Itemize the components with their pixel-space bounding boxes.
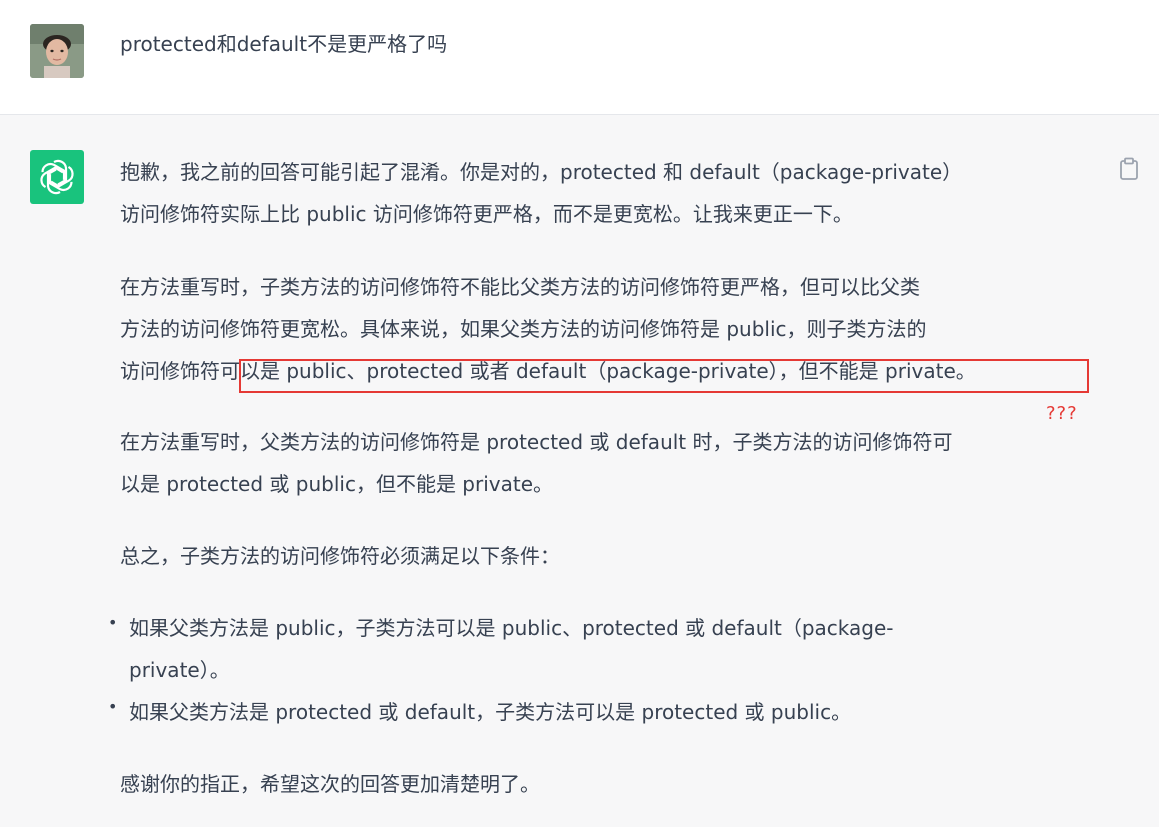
user-message-row: protected和default不是更严格了吗	[0, 0, 1159, 115]
bullet-dot: •	[108, 613, 118, 632]
user-avatar-image	[30, 24, 84, 78]
annotation-question-marks: ???	[1046, 403, 1078, 424]
user-message-text: protected和default不是更严格了吗	[120, 32, 448, 56]
user-avatar	[30, 24, 84, 78]
reply-paragraph-2-line-1: 在方法重写时，子类方法的访问修饰符不能比父类方法的访问修饰符更严格，但可以比父类	[120, 275, 920, 299]
bullet-1-line-2: private）。	[129, 658, 230, 682]
red-highlight-box	[239, 359, 1089, 393]
openai-logo-icon	[30, 150, 84, 204]
bullet-dot: •	[108, 697, 118, 716]
reply-paragraph-4: 总之，子类方法的访问修饰符必须满足以下条件：	[120, 544, 560, 568]
bullet-1-line-1: 如果父类方法是 public，子类方法可以是 public、protected …	[129, 616, 894, 640]
bullet-2-line-1: 如果父类方法是 protected 或 default，子类方法可以是 prot…	[129, 700, 852, 724]
reply-paragraph-5: 感谢你的指正，希望这次的回答更加清楚明了。	[120, 772, 540, 796]
reply-paragraph-2-line-2: 方法的访问修饰符更宽松。具体来说，如果父类方法的访问修饰符是 public，则子…	[120, 317, 927, 341]
reply-paragraph-1-line-1: 抱歉，我之前的回答可能引起了混淆。你是对的，protected 和 defaul…	[120, 160, 963, 184]
reply-paragraph-3-line-2: 以是 protected 或 public，但不能是 private。	[120, 472, 554, 496]
reply-paragraph-3-line-1: 在方法重写时，父类方法的访问修饰符是 protected 或 default 时…	[120, 430, 953, 454]
clipboard-icon[interactable]	[1118, 157, 1140, 181]
reply-paragraph-1-line-2: 访问修饰符实际上比 public 访问修饰符更严格，而不是更宽松。让我来更正一下…	[120, 202, 853, 226]
assistant-message-row: 抱歉，我之前的回答可能引起了混淆。你是对的，protected 和 defaul…	[0, 115, 1159, 827]
